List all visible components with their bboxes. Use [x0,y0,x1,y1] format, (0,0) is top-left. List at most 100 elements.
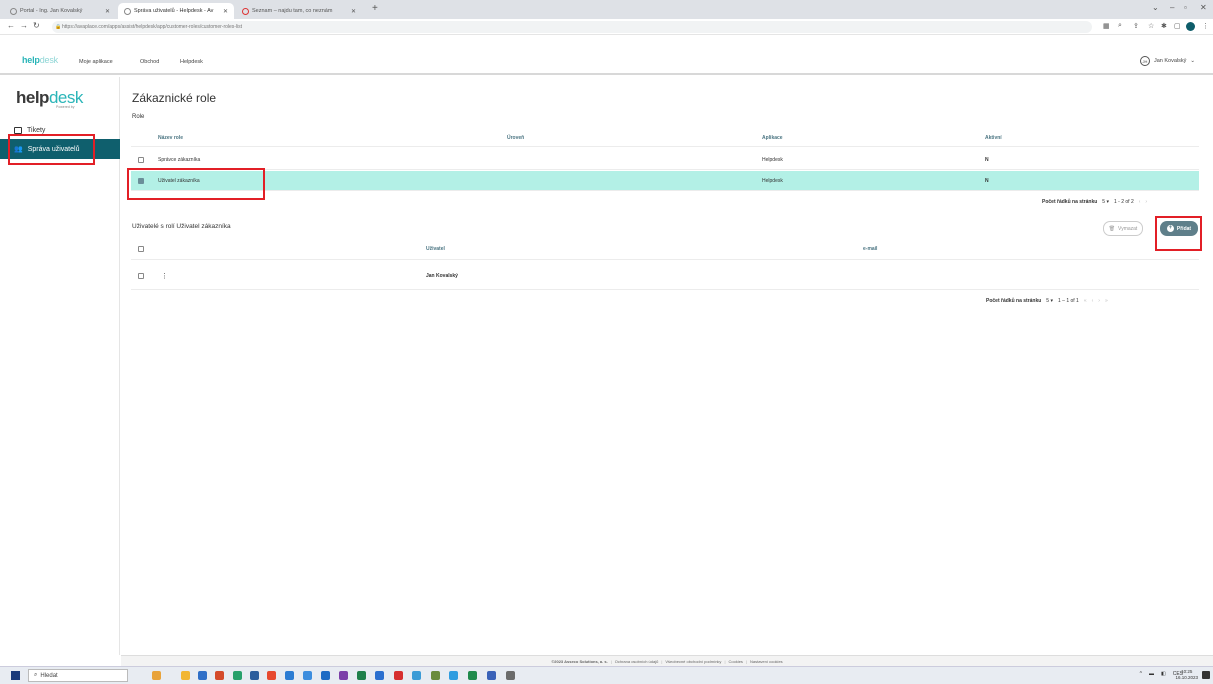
notification-icon[interactable] [1202,671,1210,679]
bookmark-star-icon[interactable]: ☆ [1148,22,1154,30]
taskbar-app-icon[interactable] [431,671,440,680]
table-row-selected[interactable]: Uživatel zákazníka Helpdesk N [131,171,1199,191]
chrome-icon[interactable] [267,671,276,680]
footer-link-terms[interactable]: Všeobecné obchodní podmínky [665,659,721,664]
close-icon[interactable]: ✕ [223,8,228,15]
user-name: Jan Kovalský [426,273,458,279]
translate-icon[interactable]: ▦ [1103,22,1110,30]
taskbar-app-icon[interactable] [250,671,259,680]
column-header-app[interactable]: Aplikace [762,130,783,146]
taskbar-clock[interactable]: 10:25 16.10.2023 [1175,669,1198,681]
menu-kebab-icon[interactable]: ⋮ [1202,22,1209,30]
browser-tab-helpdesk[interactable]: Správa uživatelů - Helpdesk - Av ✕ [118,3,234,19]
table-row[interactable]: Správce zákazníka Helpdesk N [131,150,1199,170]
column-header-name[interactable]: Název role [158,130,183,146]
users-table-header: Uživatel e-mail [131,239,1199,260]
reload-icon[interactable]: ↻ [33,21,40,30]
footer-link-cookies[interactable]: Cookies [728,659,742,664]
row-checkbox[interactable] [138,156,144,163]
taskbar-app-icon[interactable] [215,671,224,680]
prev-page-icon[interactable]: ‹ [1139,199,1141,205]
column-header-active[interactable]: Aktivní [985,130,1002,146]
zoom-icon[interactable]: ⌕ [1118,22,1122,30]
sidebar-item-user-management[interactable]: 👥 Správa uživatelů [0,139,120,159]
back-icon[interactable]: ← [7,21,15,30]
chevron-down-icon: ⌄ [1190,58,1195,64]
role-app: Helpdesk [762,156,783,163]
header-logo[interactable]: helpdesk [22,55,58,65]
windows-start-icon[interactable] [11,671,20,680]
footer: ©2023 Asseco Solutions, a. s. | Ochrana … [121,655,1213,666]
window-close-icon[interactable]: ✕ [1200,3,1207,12]
close-icon[interactable]: ✕ [351,8,356,15]
footer-link-privacy[interactable]: Ochrana osobních údajů [615,659,659,664]
users-pagination: Počet řádků na stránku 5 ▾ 1 – 1 of 1 « … [986,298,1108,304]
row-checkbox-checked[interactable] [138,177,144,184]
close-icon[interactable]: ✕ [105,8,110,15]
taskbar-app-icon[interactable] [181,671,190,680]
sidepanel-icon[interactable]: ▢ [1174,22,1181,30]
taskbar-app-icon[interactable] [357,671,366,680]
taskbar-app-icon[interactable] [394,671,403,680]
taskbar-app-icon[interactable] [506,671,515,680]
profile-avatar[interactable] [1186,22,1195,31]
select-all-checkbox[interactable] [138,246,144,252]
taskbar-app-icon[interactable] [339,671,348,680]
taskbar-app-icon[interactable] [412,671,421,680]
taskbar-app-icon[interactable] [487,671,496,680]
role-active: N [985,177,989,184]
column-header-user[interactable]: Uživatel [426,239,445,259]
taskbar-app-icon[interactable] [375,671,384,680]
extensions-icon[interactable]: ✱ [1161,22,1167,30]
user-menu[interactable]: JH Jan Kovalský ⌄ [1139,56,1195,66]
copyright: ©2023 Asseco Solutions, a. s. [551,658,608,664]
nav-helpdesk[interactable]: Helpdesk [180,59,203,65]
taskbar-app-icon[interactable] [449,671,458,680]
row-actions-kebab-icon[interactable]: ⋮ [161,263,168,289]
minimize-icon[interactable]: – [1170,3,1174,12]
browser-tab-portal[interactable]: Portal - Ing. Jan Kovalský ✕ [4,3,116,19]
first-page-icon[interactable]: « [1084,298,1087,304]
taskbar-app-icon[interactable] [303,671,312,680]
last-page-icon[interactable]: » [1105,298,1108,304]
prev-page-icon[interactable]: ‹ [1092,298,1094,304]
sidebar-item-tickets[interactable]: Tikety [0,120,120,140]
taskbar-app-icon[interactable] [233,671,242,680]
new-tab-icon[interactable]: + [372,4,378,14]
url-input[interactable]: 🔒 https://avaplace.com/apps/assist/helpd… [52,21,1092,33]
share-icon[interactable]: ⇪ [1133,22,1139,30]
row-checkbox[interactable] [138,273,144,279]
remove-button[interactable]: 🗑 Vymazat [1103,221,1143,236]
seznam-icon [242,7,249,15]
taskbar-app-icon[interactable] [152,671,161,680]
browser-tab-seznam[interactable]: Seznam – najdu tam, co neznám ✕ [236,3,362,19]
footer-link-cookie-settings[interactable]: Nastavení cookies [750,659,783,664]
column-header-email[interactable]: e-mail [863,239,877,259]
restore-icon[interactable]: ▫ [1184,3,1187,12]
volume-icon[interactable]: ◧ [1161,671,1166,677]
taskbar-app-icon[interactable] [198,671,207,680]
ticket-icon [14,126,22,134]
add-button[interactable]: + Přidat [1160,221,1198,236]
taskbar-search[interactable]: ⌕ Hledat [28,669,128,682]
taskbar-app-icon[interactable] [468,671,477,680]
users-icon: 👥 [14,146,23,153]
nav-my-apps[interactable]: Moje aplikace [79,59,113,65]
lock-icon: 🔒 [55,24,62,30]
chevron-up-icon[interactable]: ^ [1140,671,1142,677]
rows-per-page-select[interactable]: 5 ▾ [1102,199,1109,205]
role-name: Uživatel zákazníka [158,177,200,184]
taskbar-app-icon[interactable] [321,671,330,680]
plus-icon: + [1166,225,1174,232]
network-icon[interactable]: ▬ [1149,671,1154,677]
nav-shop[interactable]: Obchod [140,59,159,65]
rows-per-page-select[interactable]: 5 ▾ [1046,298,1053,304]
next-page-icon[interactable]: › [1145,199,1147,205]
taskbar-app-icon[interactable] [285,671,294,680]
next-page-icon[interactable]: › [1098,298,1100,304]
tab-search-icon[interactable]: ⌄ [1152,3,1159,12]
forward-icon[interactable]: → [20,21,28,30]
roles-pagination: Počet řádků na stránku 5 ▾ 1 - 2 of 2 ‹ … [1042,199,1147,205]
column-header-level[interactable]: Úroveň [507,130,524,146]
table-row[interactable]: ⋮ Jan Kovalský [131,263,1199,290]
